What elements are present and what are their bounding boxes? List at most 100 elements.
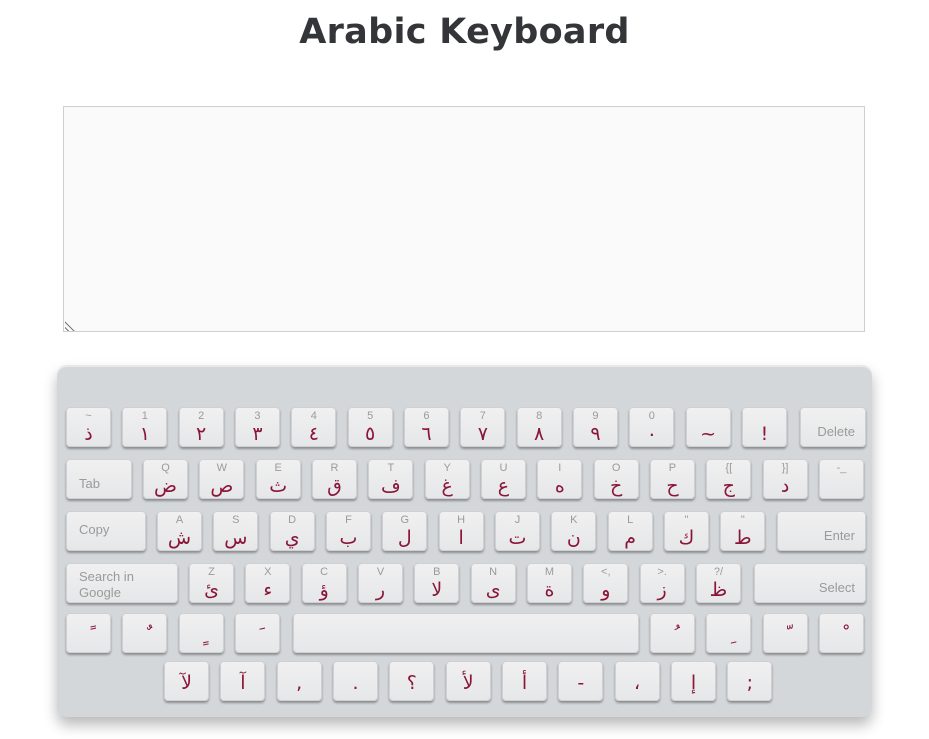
key-arabic-character: ِ [707,624,750,646]
key-row2-9[interactable]: Oخ [593,459,639,499]
key-secondary-label: 9 [592,410,599,422]
key-secondary-label: D [288,514,297,526]
key-arabic-character: ك [678,527,695,549]
key-arabic-character: ن [566,527,581,549]
key-row6-2[interactable]: آ [220,661,266,701]
key-row3-1[interactable]: Aش [157,511,202,551]
key-row1-8[interactable]: 7٧ [460,407,506,447]
key-row1-1[interactable]: ~ ذ [66,407,111,447]
key-arabic-character: ٠ [646,423,657,445]
key-row3-6[interactable]: Hا [438,511,484,551]
key-row5-right-2[interactable]: ِ [706,613,752,653]
key-row3-5[interactable]: Gل [382,511,428,551]
key-row2-7[interactable]: Uع [480,459,526,499]
key-row3-10[interactable]: " ك [663,511,709,551]
key-row2-12[interactable]: }] د [762,459,808,499]
key-row6-7[interactable]: أ [501,661,547,701]
key-row5-right-3[interactable]: ّ [762,613,808,653]
space-key[interactable] [293,613,639,653]
key-arabic-character: . [352,672,359,694]
key-row4-7[interactable]: Mة [526,563,572,603]
key-row3-8[interactable]: Kن [551,511,597,551]
select-key[interactable]: Select [754,563,866,603]
key-arabic-character: لأ [462,672,474,694]
key-row1-3[interactable]: 2٢ [178,407,224,447]
key-row4-6[interactable]: Nى [470,563,516,603]
key-arabic-character: ٌ [123,624,166,646]
key-row4-2[interactable]: Xء [245,563,291,603]
key-arabic-character: ٥ [365,423,376,445]
key-secondary-label: V [376,566,385,578]
key-row1-2[interactable]: 1١ [122,407,168,447]
key-row2-10[interactable]: Pح [649,459,695,499]
key-arabic-character: ً [67,624,110,646]
key-row1-13[interactable]: ! [741,407,787,447]
key-row4-4[interactable]: Vر [357,563,403,603]
key-row5-right-1[interactable]: ُ [650,613,695,653]
key-row2-3[interactable]: Eث [255,459,301,499]
key-row4-3[interactable]: Cؤ [301,563,347,603]
key-row3-4[interactable]: Fب [325,511,371,551]
key-row2-8[interactable]: Iه [537,459,583,499]
key-row6-6[interactable]: لأ [445,661,491,701]
key-row4-1[interactable]: Zئ [189,563,234,603]
key-row6-8[interactable]: - [558,661,604,701]
key-row6-4[interactable]: . [332,661,378,701]
key-secondary-label: 3 [254,410,261,422]
key-row2-13[interactable]: -_ [818,459,864,499]
key-secondary-label: {[ [725,462,733,474]
key-row5-left-3[interactable]: ٍ [178,613,224,653]
key-row5-left-1[interactable]: ً [66,613,111,653]
key-row5-left-4[interactable]: َ [234,613,280,653]
key-row3-11[interactable]: " ط [720,511,766,551]
key-arabic-character: ح [666,475,679,497]
key-secondary-label: I [558,462,562,474]
key-row6-3[interactable]: , [276,661,322,701]
key-row2-1[interactable]: Qض [143,459,188,499]
key-arabic-character: ه [554,475,565,497]
key-arabic-character: ئ [204,579,219,601]
key-row6-5[interactable]: ؟ [389,661,435,701]
key-row6-10[interactable]: إ [670,661,716,701]
key-arabic-character: ٤ [308,423,319,445]
key-row4-5[interactable]: B لا [414,563,460,603]
key-row3-9[interactable]: Lم [607,511,653,551]
key-row3-2[interactable]: Sس [213,511,259,551]
key-arabic-character: د [780,475,790,497]
key-row3-7[interactable]: Jت [494,511,540,551]
key-row1-4[interactable]: 3٣ [234,407,280,447]
key-row5-left-2[interactable]: ٌ [122,613,168,653]
delete-key[interactable]: Delete [800,407,866,447]
key-row1-6[interactable]: 5٥ [347,407,393,447]
search-in-google-key[interactable]: Search in Google [66,563,178,603]
key-row4-8[interactable]: <, و [583,563,629,603]
key-secondary-label: 5 [367,410,374,422]
key-row1-9[interactable]: 8٨ [516,407,562,447]
copy-key[interactable]: Copy [66,511,146,551]
select-key-label: Select [818,580,855,595]
key-row4-9[interactable]: >. ز [639,563,685,603]
copy-key-label: Copy [79,522,110,537]
key-row1-5[interactable]: 4٤ [291,407,337,447]
enter-key[interactable]: Enter [777,511,866,551]
key-row2-11[interactable]: {[ج [706,459,752,499]
key-row6-11[interactable]: ; [727,661,773,701]
key-row1-12[interactable]: ~ [685,407,731,447]
key-row2-5[interactable]: Tف [368,459,414,499]
key-row4-10[interactable]: ?/ظ [695,563,741,603]
key-secondary-label: A [175,514,184,526]
text-input-area[interactable] [63,106,865,332]
key-row1-7[interactable]: 6٦ [403,407,449,447]
key-row3-3[interactable]: Dي [269,511,315,551]
key-row2-6[interactable]: Yغ [424,459,470,499]
key-arabic-character: ٢ [196,423,207,445]
key-arabic-character: ا [458,527,464,549]
key-row1-10[interactable]: 9٩ [572,407,618,447]
tab-key[interactable]: Tab [66,459,132,499]
key-row2-2[interactable]: Wص [199,459,245,499]
key-row5-right-4[interactable]: ْ [818,613,864,653]
key-row6-9[interactable]: ، [614,661,660,701]
key-row1-11[interactable]: 0٠ [629,407,675,447]
key-row6-1[interactable]: لآ [164,661,209,701]
key-row2-4[interactable]: Rق [311,459,357,499]
